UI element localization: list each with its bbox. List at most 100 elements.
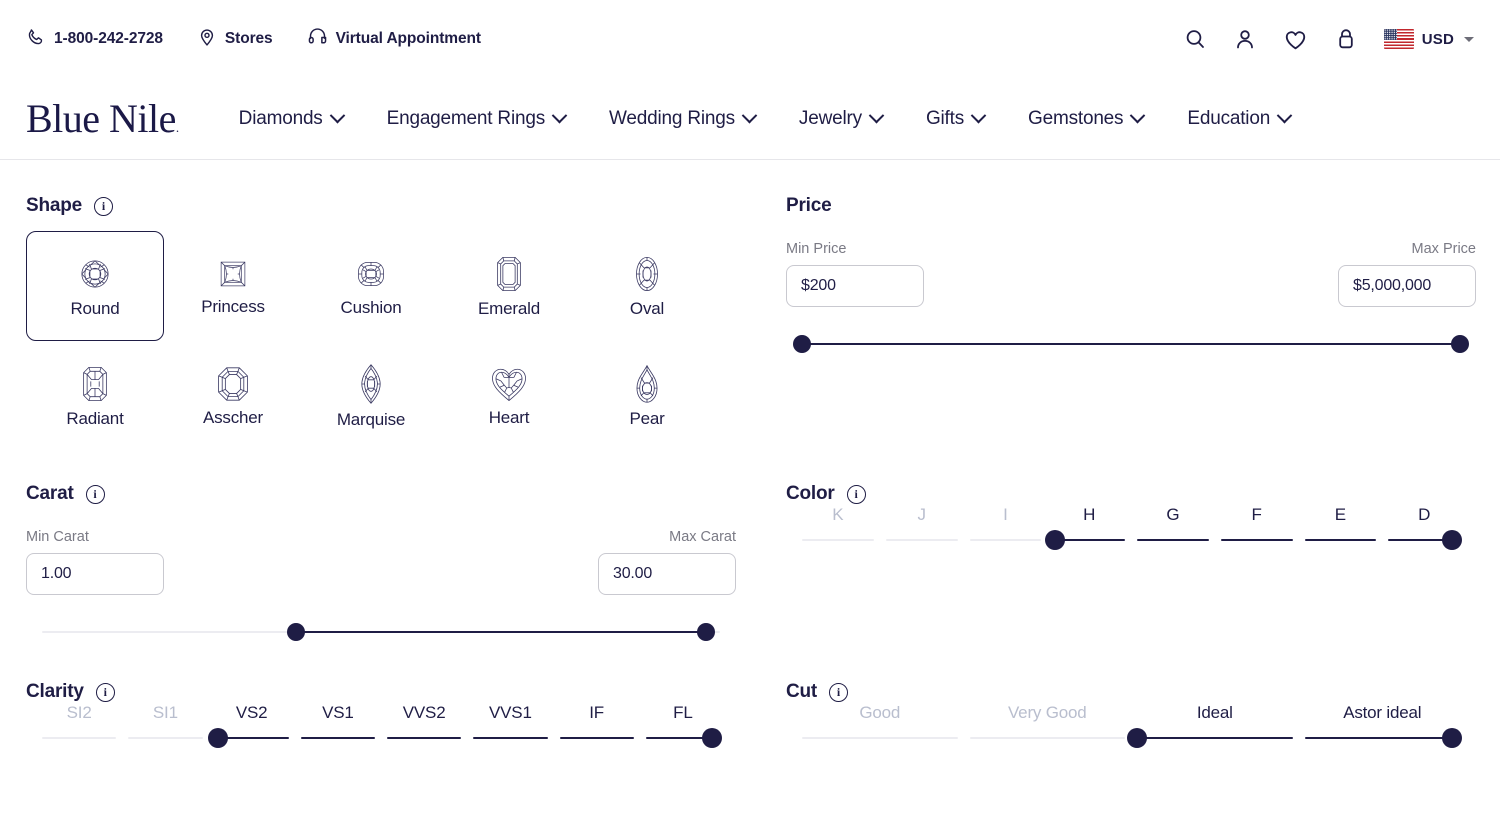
grade-label[interactable]: H <box>1053 505 1125 525</box>
price-max-input[interactable]: $5,000,000 <box>1338 265 1476 307</box>
info-icon[interactable]: i <box>94 196 114 216</box>
blue-nile-logo[interactable]: Blue Nile. <box>26 98 187 139</box>
grade-segment[interactable] <box>1304 539 1377 542</box>
chevron-down-icon <box>551 107 568 124</box>
grade-label[interactable]: G <box>1137 505 1209 525</box>
chevron-down-icon <box>1276 107 1293 124</box>
grade-label[interactable]: VVS2 <box>387 703 461 723</box>
grade-segment[interactable] <box>1304 737 1460 740</box>
grade-label[interactable]: VVS1 <box>473 703 547 723</box>
nav-item-jewelry[interactable]: Jewelry <box>777 108 904 130</box>
grade-label[interactable]: Ideal <box>1137 703 1293 723</box>
carat-max-input[interactable]: 30.00 <box>598 553 736 595</box>
search-icon[interactable] <box>1183 27 1207 51</box>
nav-item-engagement-rings[interactable]: Engagement Rings <box>365 108 587 130</box>
shape-option-cushion[interactable]: Cushion <box>302 231 440 341</box>
virtual-appointment-link[interactable]: Virtual Appointment <box>307 26 481 52</box>
us-flag-icon <box>1383 29 1414 49</box>
carat-max-handle[interactable] <box>697 623 716 641</box>
grade-label[interactable]: SI2 <box>42 703 116 723</box>
cut-slider[interactable]: Good Very Good Ideal Astor ideal <box>802 703 1462 759</box>
emerald-diamond-icon <box>497 256 521 292</box>
info-icon[interactable]: i <box>85 484 105 504</box>
price-slider[interactable] <box>793 333 1469 355</box>
grade-segment[interactable] <box>802 539 874 542</box>
carat-range: Min Carat Max Carat 1.00 30.00 <box>26 529 736 643</box>
grade-segment[interactable] <box>1137 737 1293 740</box>
shopping-bag-icon[interactable] <box>1334 27 1358 51</box>
price-filter: Price Min Price Max Price $200 $5,000,00… <box>786 195 1476 355</box>
nav-item-gifts[interactable]: Gifts <box>904 108 1006 130</box>
clarity-slider[interactable]: SI2 SI1 VS2 VS1 VVS2 VVS1 IF FL <box>42 703 722 759</box>
shape-option-princess[interactable]: Princess <box>164 231 302 341</box>
shape-option-round[interactable]: Round <box>26 231 164 341</box>
shape-option-emerald[interactable]: Emerald <box>440 231 578 341</box>
grade-segment[interactable] <box>885 539 958 542</box>
carat-title: Carat <box>26 483 74 504</box>
shape-option-marquise[interactable]: Marquise <box>302 341 440 451</box>
phone-link[interactable]: 1-800-242-2728 <box>26 27 163 52</box>
clarity-min-handle[interactable] <box>207 728 228 748</box>
carat-slider[interactable] <box>42 621 720 643</box>
grade-segment[interactable] <box>300 737 375 740</box>
info-icon[interactable]: i <box>95 682 115 702</box>
shape-row-2: Radiant Asscher Marquise Heart Pear <box>26 341 736 451</box>
info-icon[interactable]: i <box>829 682 849 702</box>
grade-segment[interactable] <box>802 737 958 740</box>
cut-min-handle[interactable] <box>1127 728 1147 748</box>
cut-labels: Good Very Good Ideal Astor ideal <box>802 703 1460 723</box>
carat-range-inputs: 1.00 30.00 <box>26 553 736 595</box>
grade-label[interactable]: Astor ideal <box>1305 703 1461 723</box>
grade-label[interactable]: Good <box>802 703 958 723</box>
grade-label[interactable]: E <box>1305 505 1377 525</box>
princess-diamond-icon <box>220 261 246 287</box>
grade-label[interactable]: FL <box>646 703 720 723</box>
shape-label: Pear <box>629 409 665 428</box>
grade-segment[interactable] <box>128 737 203 740</box>
nav-item-wedding-rings[interactable]: Wedding Rings <box>587 108 777 130</box>
nav-items: Diamonds Engagement Rings Wedding Rings … <box>217 108 1312 130</box>
grade-label[interactable]: F <box>1221 505 1293 525</box>
carat-min-input[interactable]: 1.00 <box>26 553 164 595</box>
grade-label[interactable]: I <box>970 505 1042 525</box>
shape-option-heart[interactable]: Heart <box>440 341 578 451</box>
nav-item-diamonds[interactable]: Diamonds <box>217 108 365 130</box>
color-slider[interactable]: KJIHGFED <box>802 505 1462 561</box>
wishlist-heart-icon[interactable] <box>1283 27 1308 52</box>
price-min-handle[interactable] <box>793 335 811 353</box>
shape-option-oval[interactable]: Oval <box>578 231 716 341</box>
grade-label[interactable]: VS1 <box>301 703 375 723</box>
grade-segment[interactable] <box>1137 539 1209 542</box>
grade-label[interactable]: SI1 <box>128 703 202 723</box>
grade-label[interactable]: Very Good <box>970 703 1126 723</box>
shape-option-radiant[interactable]: Radiant <box>26 341 164 451</box>
grade-segment[interactable] <box>387 737 462 740</box>
cut-max-handle[interactable] <box>1442 728 1462 748</box>
shape-option-pear[interactable]: Pear <box>578 341 716 451</box>
currency-selector[interactable]: USD <box>1383 29 1474 49</box>
color-filter: Color i KJIHGFED <box>786 483 1476 561</box>
grade-segment[interactable] <box>473 737 548 740</box>
grade-segment[interactable] <box>969 539 1042 542</box>
clarity-max-handle[interactable] <box>702 728 722 748</box>
grade-label[interactable]: D <box>1388 505 1460 525</box>
stores-link[interactable]: Stores <box>197 27 273 52</box>
nav-item-gemstones[interactable]: Gemstones <box>1006 108 1165 130</box>
grade-label[interactable]: J <box>886 505 958 525</box>
price-min-input[interactable]: $200 <box>786 265 924 307</box>
grade-segment[interactable] <box>559 737 634 740</box>
shape-option-asscher[interactable]: Asscher <box>164 341 302 451</box>
nav-item-education[interactable]: Education <box>1165 108 1312 130</box>
grade-segment[interactable] <box>969 737 1125 740</box>
carat-min-handle[interactable] <box>287 623 306 641</box>
price-max-handle[interactable] <box>1451 335 1469 353</box>
grade-segment[interactable] <box>1220 539 1293 542</box>
grade-label[interactable]: K <box>802 505 874 525</box>
info-icon[interactable]: i <box>846 484 866 504</box>
grade-label[interactable]: VS2 <box>215 703 289 723</box>
color-min-handle[interactable] <box>1044 530 1065 550</box>
color-max-handle[interactable] <box>1442 530 1462 550</box>
account-icon[interactable] <box>1233 27 1257 51</box>
grade-segment[interactable] <box>42 737 117 740</box>
grade-label[interactable]: IF <box>560 703 634 723</box>
